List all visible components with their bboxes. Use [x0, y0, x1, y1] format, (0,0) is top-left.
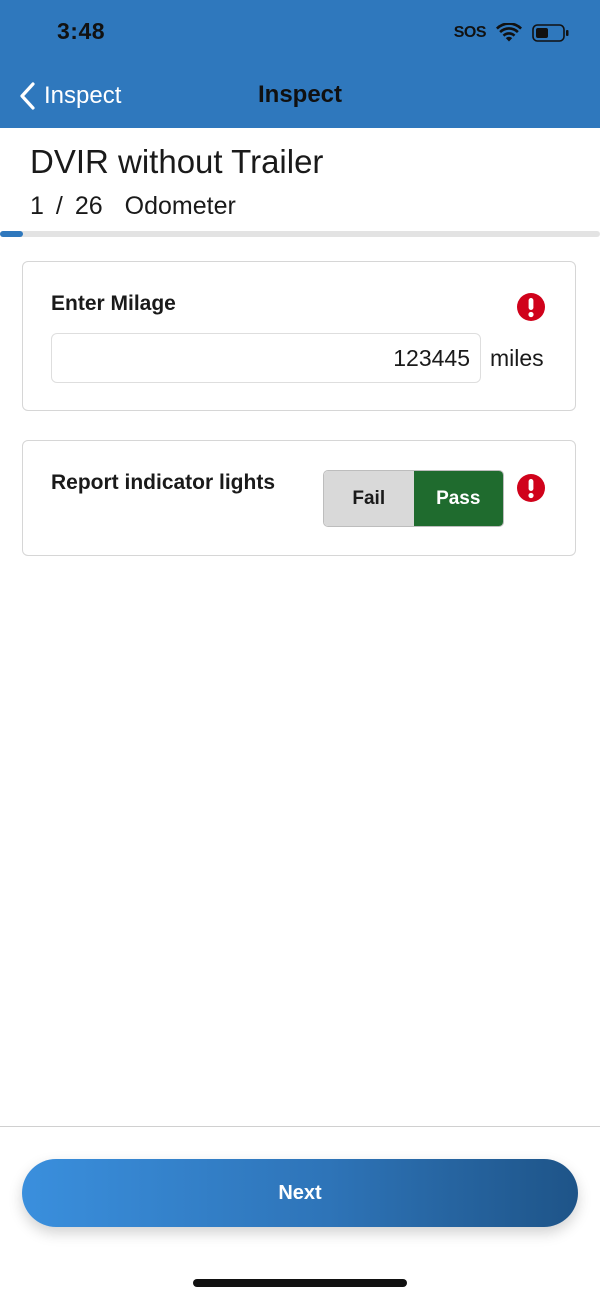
- milage-label: Enter Milage: [51, 292, 176, 315]
- next-button[interactable]: Next: [22, 1159, 578, 1227]
- home-indicator: [193, 1279, 407, 1287]
- progress-fill: [0, 231, 23, 237]
- indicator-lights-label: Report indicator lights: [51, 471, 276, 494]
- step-name: Odometer: [124, 192, 236, 220]
- step-separator: /: [55, 192, 63, 220]
- footer-divider: [0, 1126, 600, 1127]
- milage-input[interactable]: [51, 333, 481, 383]
- exclamation-circle-icon: [516, 292, 546, 322]
- top-bar: 3:48 SOS Inspect Inspect: [0, 0, 600, 128]
- page-title: DVIR without Trailer: [30, 143, 324, 180]
- sos-indicator: SOS: [453, 24, 487, 41]
- progress-bar: [0, 231, 600, 237]
- fail-button[interactable]: Fail: [324, 471, 414, 526]
- pass-button[interactable]: Pass: [413, 471, 503, 526]
- exclamation-circle-icon: [516, 473, 546, 503]
- step-total: 26: [74, 192, 103, 220]
- step-current: 1: [30, 192, 44, 220]
- milage-card: Enter Milage miles: [22, 261, 576, 411]
- battery-icon: [532, 23, 570, 43]
- unit-label: miles: [490, 345, 544, 371]
- indicator-lights-card: Report indicator lights Fail Pass: [22, 440, 576, 556]
- wifi-icon: [496, 23, 522, 43]
- step-indicator: 1 / 26 Odometer: [30, 192, 236, 221]
- status-icons: SOS: [454, 20, 570, 46]
- pass-fail-toggle: Fail Pass: [323, 470, 504, 527]
- next-button-label: Next: [278, 1181, 322, 1204]
- status-time: 3:48: [57, 18, 106, 44]
- nav-title: Inspect: [257, 81, 343, 108]
